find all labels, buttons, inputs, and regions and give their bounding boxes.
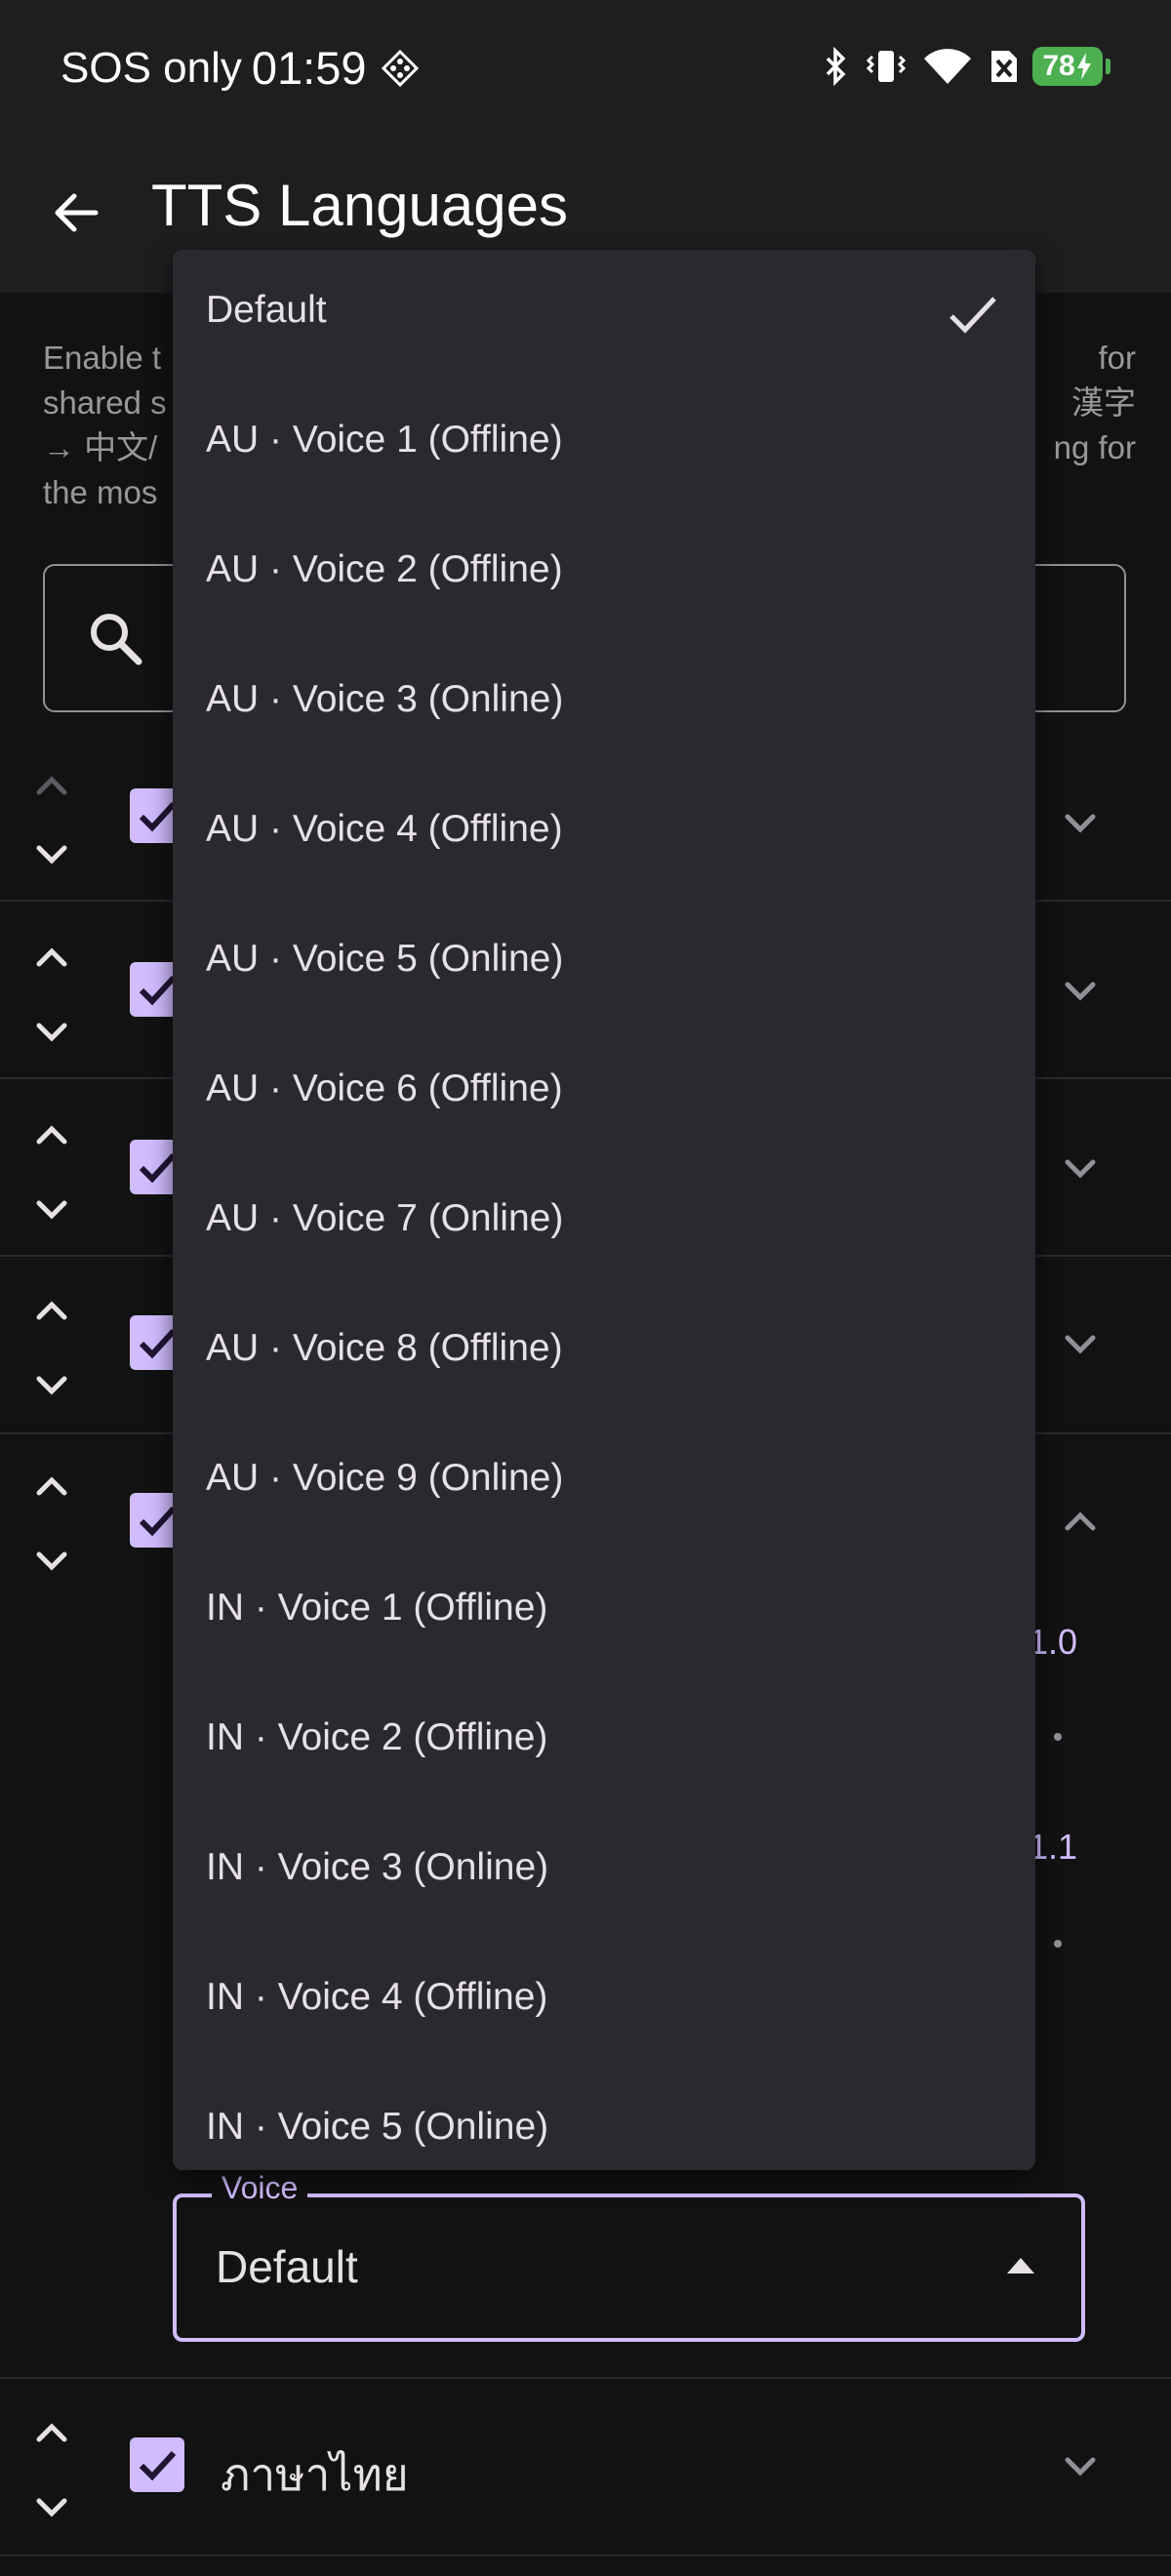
menu-item[interactable]: AU · Voice 7 (Online) <box>173 1158 1035 1288</box>
pitch-value: 1.1 <box>1029 1827 1078 1867</box>
desc-line: Enable t <box>43 340 162 376</box>
voice-dropdown-menu: Default AU · Voice 1 (Offline) AU · Voic… <box>173 250 1035 2170</box>
clock: 01:59 <box>251 42 367 94</box>
menu-item[interactable]: IN · Voice 4 (Offline) <box>173 1937 1035 2067</box>
description-left: Enable t shared s → 中文/ the mos <box>43 336 167 515</box>
menu-item[interactable]: IN · Voice 1 (Offline) <box>173 1548 1035 1677</box>
menu-item[interactable]: AU · Voice 3 (Online) <box>173 639 1035 769</box>
move-down-icon[interactable] <box>27 1185 76 1233</box>
check-icon <box>139 2450 177 2481</box>
expand-icon[interactable] <box>1056 798 1105 847</box>
status-left: SOS only 01:59 <box>61 41 420 95</box>
expand-icon[interactable] <box>1056 1144 1105 1192</box>
desc-line: ng for <box>1053 429 1136 465</box>
expand-icon[interactable] <box>1056 2441 1105 2490</box>
menu-item[interactable]: AU · Voice 9 (Online) <box>173 1418 1035 1548</box>
menu-item-label: AU · Voice 4 (Offline) <box>206 808 563 850</box>
wifi-icon <box>924 49 971 84</box>
menu-item[interactable]: AU · Voice 5 (Online) <box>173 899 1035 1028</box>
menu-item-label: AU · Voice 9 (Online) <box>206 1457 564 1499</box>
voice-dropdown[interactable]: Voice Default <box>173 2170 1085 2342</box>
menu-item[interactable]: IN · Voice 3 (Online) <box>173 1807 1035 1937</box>
move-up-icon[interactable] <box>27 1286 76 1335</box>
menu-item-label: IN · Voice 4 (Offline) <box>206 1976 548 2018</box>
menu-item-label: AU · Voice 8 (Offline) <box>206 1327 563 1369</box>
menu-item-label: AU · Voice 5 (Online) <box>206 938 564 980</box>
desc-line: 漢字 <box>1071 384 1136 421</box>
desc-line: the mos <box>43 474 158 510</box>
move-down-icon[interactable] <box>27 1360 76 1409</box>
move-down-icon[interactable] <box>27 1007 76 1056</box>
battery-indicator: 78 <box>1032 47 1110 86</box>
menu-item-label: AU · Voice 2 (Offline) <box>206 548 563 590</box>
menu-item-label: IN · Voice 3 (Online) <box>206 1846 549 1888</box>
description-right: for 漢字 ng for <box>1054 336 1136 470</box>
no-sim-icon <box>991 51 1017 82</box>
menu-item-label: IN · Voice 1 (Offline) <box>206 1587 548 1629</box>
move-up-icon[interactable] <box>27 761 76 810</box>
desc-line: shared s <box>43 384 167 421</box>
desc-line: for <box>1098 340 1136 376</box>
menu-item[interactable]: AU · Voice 2 (Offline) <box>173 509 1035 639</box>
move-down-icon[interactable] <box>27 829 76 878</box>
check-icon <box>949 297 996 334</box>
rate-value: 1.0 <box>1029 1622 1078 1662</box>
voice-field-label: Voice <box>212 2170 308 2206</box>
menu-item[interactable]: AU · Voice 8 (Offline) <box>173 1288 1035 1418</box>
menu-item[interactable]: AU · Voice 4 (Offline) <box>173 769 1035 899</box>
pitch-slider-end[interactable] <box>1054 1940 1062 1948</box>
status-right: 78 <box>822 47 1110 86</box>
menu-item[interactable]: IN · Voice 5 (Online) <box>173 2067 1035 2170</box>
network-diamond-icon <box>381 49 419 87</box>
move-down-icon[interactable] <box>27 2482 76 2531</box>
menu-item-label: IN · Voice 5 (Online) <box>206 2106 549 2148</box>
back-button[interactable] <box>39 176 113 250</box>
move-up-icon[interactable] <box>27 1110 76 1159</box>
menu-item[interactable]: AU · Voice 6 (Offline) <box>173 1028 1035 1158</box>
menu-item-label: AU · Voice 7 (Online) <box>206 1197 564 1239</box>
charging-icon <box>1076 53 1091 80</box>
arrow-drop-up-icon <box>1007 2258 1034 2274</box>
menu-item-label: IN · Voice 2 (Offline) <box>206 1716 548 1758</box>
move-up-icon[interactable] <box>27 933 76 982</box>
language-label: ภาษาไทย <box>221 2449 409 2500</box>
battery-level: 78 <box>1042 50 1075 82</box>
menu-item-label: AU · Voice 3 (Online) <box>206 678 564 720</box>
status-bar: SOS only 01:59 78 <box>0 0 1171 137</box>
move-up-icon[interactable] <box>27 2408 76 2457</box>
language-row[interactable]: ภาษาไทย <box>0 2379 1171 2556</box>
expand-icon[interactable] <box>1056 966 1105 1015</box>
move-up-icon[interactable] <box>27 1462 76 1510</box>
voice-field-value: Default <box>216 2241 358 2292</box>
bluetooth-icon <box>826 47 846 86</box>
expand-icon[interactable] <box>1056 1319 1105 1368</box>
rate-slider-end[interactable] <box>1054 1733 1062 1741</box>
menu-item-label: AU · Voice 1 (Offline) <box>206 419 563 461</box>
vibrate-icon <box>866 51 907 82</box>
move-down-icon[interactable] <box>27 1536 76 1585</box>
search-icon <box>91 614 142 665</box>
page-title: TTS Languages <box>151 173 568 238</box>
menu-item-default[interactable]: Default <box>173 250 1035 380</box>
menu-item-label: Default <box>206 289 327 331</box>
desc-line: → 中文/ <box>43 429 158 465</box>
menu-item[interactable]: AU · Voice 1 (Offline) <box>173 380 1035 509</box>
carrier-text: SOS only <box>61 43 242 92</box>
menu-item-label: AU · Voice 6 (Offline) <box>206 1067 563 1109</box>
language-checkbox[interactable] <box>130 2437 184 2492</box>
arrow-back-icon <box>55 193 99 232</box>
collapse-icon[interactable] <box>1056 1497 1105 1546</box>
menu-item[interactable]: IN · Voice 2 (Offline) <box>173 1677 1035 1807</box>
